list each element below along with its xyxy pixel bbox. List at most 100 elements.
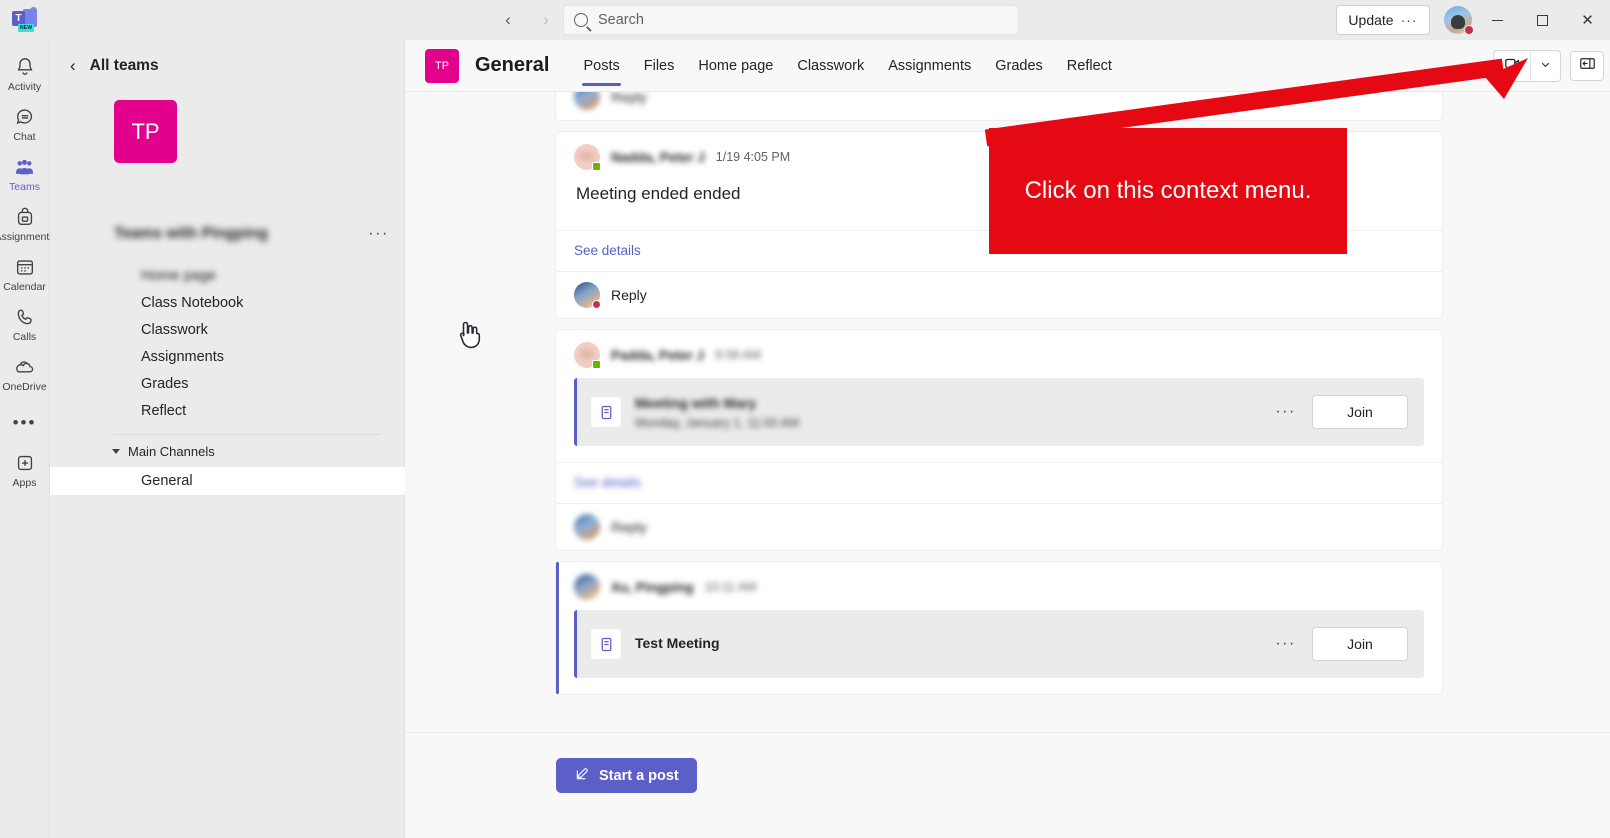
meeting-title: Meeting with Mary (635, 394, 757, 411)
update-label: Update (1348, 12, 1394, 28)
team-name: Teams with Pingping (114, 225, 268, 242)
update-more-icon: ··· (1400, 12, 1418, 28)
meeting-card-icon (591, 629, 621, 659)
post-author: Nadda, Peter J (611, 149, 705, 165)
sidebar-item-teams[interactable]: Teams (0, 148, 50, 198)
sidebar-item-calls[interactable]: Calls (0, 298, 50, 348)
channel-team-avatar: TP (425, 48, 459, 83)
sidebar-item-chat[interactable]: Chat (0, 98, 50, 148)
meeting-card-icon (591, 397, 621, 427)
channel-more-options-icon[interactable]: ··· (1450, 56, 1484, 76)
pointing-hand-cursor (459, 321, 481, 349)
avatar (574, 574, 600, 600)
tab-assignments[interactable]: Assignments (876, 40, 983, 92)
nav-arrows: ‹ › (495, 0, 559, 40)
sidebar-item-class-notebook[interactable]: Class Notebook (50, 289, 405, 316)
post-author: Padda, Peter J (611, 347, 705, 363)
meeting-more-options-icon[interactable]: ··· (1275, 403, 1296, 421)
meet-button-group (1493, 50, 1561, 82)
sidebar-item-label: Calendar (3, 281, 46, 293)
sidebar-item-label: Activity (7, 81, 42, 93)
meet-now-button[interactable] (1494, 51, 1530, 81)
meet-dropdown-button[interactable] (1530, 51, 1560, 81)
annotation-text: Click on this context menu. (1024, 177, 1312, 204)
sidebar-item-home-page[interactable]: Home page (50, 262, 405, 289)
tab-reflect[interactable]: Reflect (1055, 40, 1124, 92)
sidebar-item-assignments[interactable]: Assignments (50, 343, 405, 370)
forward-button[interactable]: › (533, 7, 559, 33)
channel-group-main-channels[interactable]: Main Channels (50, 435, 405, 459)
teams-window: T NEW ‹ › Search Update ··· ✕ Activity C… (0, 0, 1610, 838)
sidebar-item-label: Teams (9, 181, 40, 193)
team-more-options-icon[interactable]: ··· (368, 225, 389, 243)
see-details-link[interactable]: See details (574, 475, 641, 490)
composer-bar: Start a post (405, 732, 1610, 838)
sidebar-item-onedrive[interactable]: OneDrive (0, 348, 50, 398)
search-input[interactable]: Search (563, 5, 1019, 35)
post-timestamp: 10:11 AM (704, 580, 757, 594)
see-details-link[interactable]: See details (574, 243, 641, 258)
open-side-panel-button[interactable] (1570, 51, 1604, 81)
meeting-subtitle: Monday, January 1, 11:00 AM (635, 415, 800, 430)
minimize-button[interactable] (1475, 0, 1520, 40)
reply-label: Reply (611, 92, 647, 105)
meeting-card[interactable]: Meeting with Mary Monday, January 1, 11:… (574, 378, 1424, 446)
sidebar-item-label: Calls (12, 331, 37, 343)
sidebar-item-assignments[interactable]: Assignments (0, 198, 55, 248)
post-timestamp: 1/19 4:05 PM (715, 150, 791, 164)
avatar-initials: PJ (581, 349, 593, 361)
channel-header-actions: ··· (1450, 40, 1606, 92)
post-card: Reply (555, 92, 1443, 121)
sidebar-item-label: OneDrive (2, 381, 47, 393)
meeting-card-text: Meeting with Mary Monday, January 1, 11:… (635, 395, 799, 430)
meeting-card-actions: ··· Join (1275, 627, 1408, 661)
sidebar-item-activity[interactable]: Activity (0, 48, 50, 98)
teams-sidebar: ‹ All teams TP Teams with Pingping ··· H… (50, 40, 405, 838)
reply-label: Reply (611, 287, 647, 303)
close-icon: ✕ (1581, 12, 1594, 29)
presence-busy-icon (592, 300, 601, 309)
sidebar-item-classwork[interactable]: Classwork (50, 316, 405, 343)
post-card: Xu, Pingping 10:11 AM Test Meeting ··· J… (555, 561, 1443, 695)
tab-files[interactable]: Files (632, 40, 687, 92)
rail-more-button[interactable]: ••• (0, 398, 50, 435)
post-card: PJ Padda, Peter J 9:58 AM Meeting with M… (555, 329, 1443, 551)
tab-classwork[interactable]: Classwork (785, 40, 876, 92)
maximize-button[interactable] (1520, 0, 1565, 40)
sidebar-item-calendar[interactable]: Calendar (0, 248, 50, 298)
reply-row[interactable]: Reply (556, 271, 1442, 318)
sidebar-item-apps[interactable]: Apps (0, 435, 50, 494)
people-icon (13, 155, 37, 179)
all-teams-back[interactable]: ‹ All teams (50, 40, 404, 76)
tab-posts[interactable]: Posts (571, 40, 631, 92)
update-button[interactable]: Update ··· (1336, 5, 1430, 35)
bell-icon (13, 55, 37, 79)
sidebar-item-general[interactable]: General (50, 467, 405, 495)
title-bar: T NEW ‹ › Search Update ··· ✕ (0, 0, 1610, 40)
tab-grades[interactable]: Grades (983, 40, 1055, 92)
chevron-left-icon: ‹ (70, 56, 76, 75)
back-button[interactable]: ‹ (495, 7, 521, 33)
open-side-panel-icon (1578, 54, 1597, 78)
presence-available-icon (592, 162, 601, 171)
sidebar-item-label: Apps (12, 477, 37, 489)
reply-row[interactable]: Reply (556, 503, 1442, 550)
reply-row[interactable]: Reply (556, 92, 1442, 120)
start-post-button[interactable]: Start a post (556, 758, 697, 793)
tab-home-page[interactable]: Home page (686, 40, 785, 92)
teams-logo-new-badge: NEW (18, 24, 35, 32)
meeting-card[interactable]: Test Meeting ··· Join (574, 610, 1424, 678)
channel-header: TP General Posts Files Home page Classwo… (405, 40, 1610, 92)
channel-group-label: Main Channels (128, 444, 215, 459)
join-button[interactable]: Join (1312, 627, 1408, 661)
sidebar-item-grades[interactable]: Grades (50, 370, 405, 397)
more-dots-icon: ••• (12, 413, 37, 432)
close-button[interactable]: ✕ (1565, 0, 1610, 40)
team-avatar[interactable]: TP (114, 100, 177, 163)
video-camera-icon (1503, 54, 1522, 78)
join-button[interactable]: Join (1312, 395, 1408, 429)
post-header: PJ Padda, Peter J 9:58 AM (556, 330, 1442, 378)
meeting-more-options-icon[interactable]: ··· (1275, 635, 1296, 653)
sidebar-item-reflect[interactable]: Reflect (50, 397, 405, 424)
window-controls: ✕ (1475, 0, 1610, 40)
